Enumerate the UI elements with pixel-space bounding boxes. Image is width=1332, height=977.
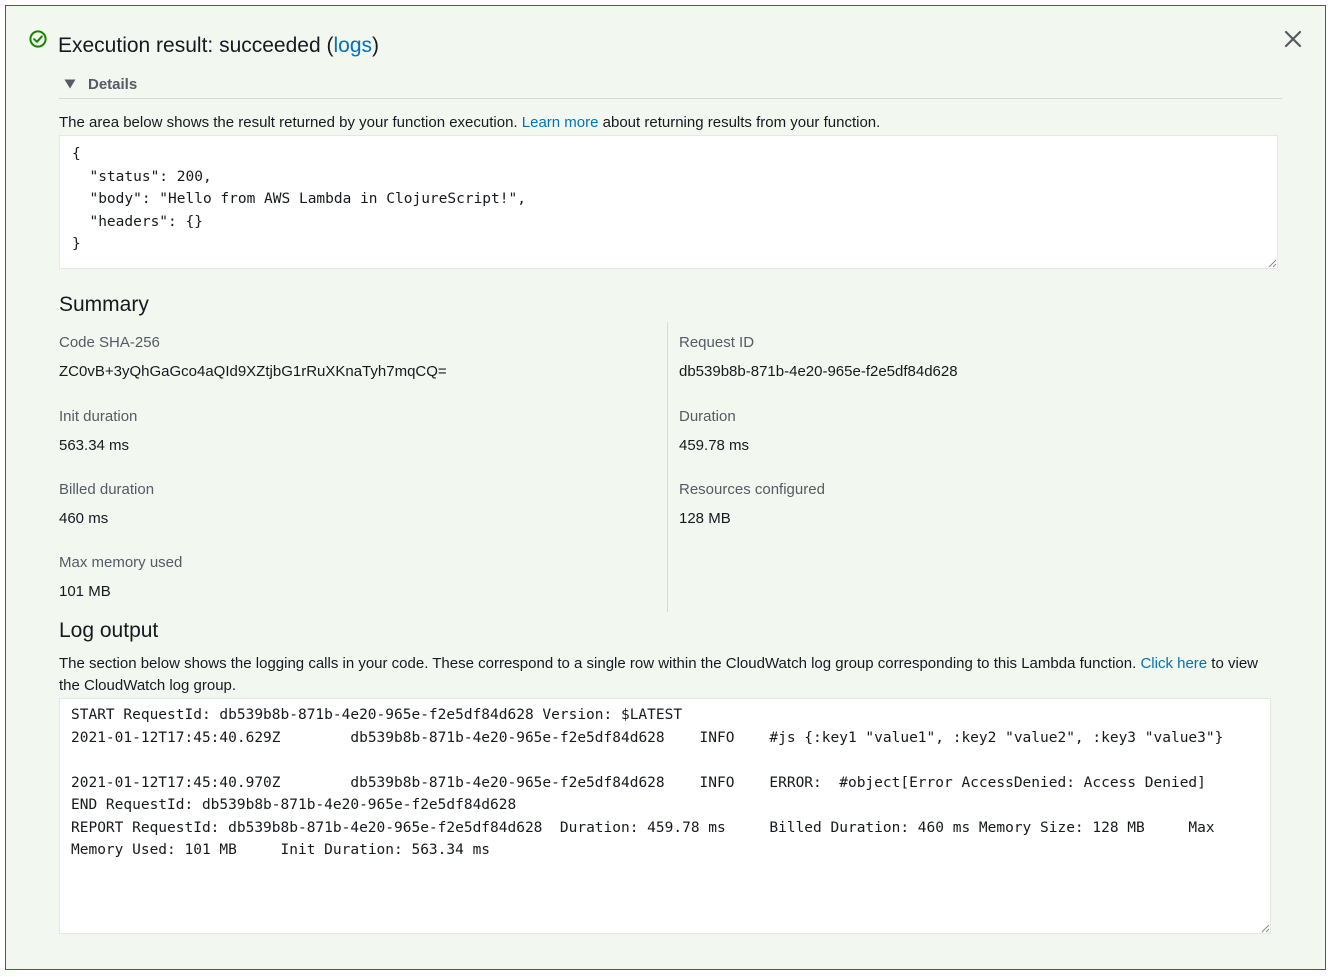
log-output-title: Log output — [59, 619, 159, 642]
summary-item: Resources configured 128 MB — [679, 480, 825, 529]
summary-item: Code SHA-256 ZC0vB+3yQhGaGco4aQId9XZtjbG… — [59, 333, 447, 382]
title-prefix: Execution result: succeeded ( — [58, 34, 334, 57]
details-label: Details — [88, 75, 138, 93]
log-desc-prefix: The section below shows the logging call… — [59, 655, 1141, 672]
init-duration-value: 563.34 ms — [59, 437, 130, 454]
logs-link[interactable]: logs — [333, 34, 372, 57]
max-memory-value: 101 MB — [59, 583, 111, 600]
summary-item: Duration 459.78 ms — [679, 407, 749, 456]
close-icon[interactable] — [1282, 28, 1304, 50]
result-desc-prefix: The area below shows the result returned… — [59, 114, 522, 131]
log-description: The section below shows the logging call… — [59, 653, 1269, 697]
result-output[interactable]: { "status": 200, "body": "Hello from AWS… — [59, 135, 1278, 269]
details-divider — [59, 98, 1282, 99]
result-desc-suffix: about returning results from your functi… — [598, 114, 881, 131]
check-circle-icon — [29, 30, 47, 48]
billed-duration-value: 460 ms — [59, 510, 109, 527]
summary-item: Request ID db539b8b-871b-4e20-965e-f2e5d… — [679, 333, 958, 382]
resources-configured-label: Resources configured — [679, 481, 825, 498]
caret-down-icon — [64, 79, 76, 89]
learn-more-link[interactable]: Learn more — [522, 114, 599, 131]
max-memory-label: Max memory used — [59, 554, 183, 571]
code-sha-label: Code SHA-256 — [59, 334, 160, 351]
details-toggle[interactable]: Details — [64, 74, 137, 94]
summary-item: Init duration 563.34 ms — [59, 407, 137, 456]
request-id-label: Request ID — [679, 334, 755, 351]
result-description: The area below shows the result returned… — [59, 112, 880, 134]
execution-result-title: Execution result: succeeded (logs) — [58, 33, 379, 59]
billed-duration-label: Billed duration — [59, 481, 155, 498]
summary-column-divider — [667, 322, 668, 612]
summary-item: Max memory used 101 MB — [59, 553, 182, 602]
resize-grip-icon[interactable] — [1261, 924, 1270, 933]
duration-value: 459.78 ms — [679, 437, 750, 454]
log-output[interactable]: START RequestId: db539b8b-871b-4e20-965e… — [59, 698, 1271, 934]
execution-result-panel: Execution result: succeeded (logs) Detai… — [5, 5, 1326, 970]
summary-item: Billed duration 460 ms — [59, 480, 154, 529]
init-duration-label: Init duration — [59, 408, 138, 425]
title-suffix: ) — [372, 34, 380, 57]
duration-label: Duration — [679, 408, 736, 425]
request-id-value: db539b8b-871b-4e20-965e-f2e5df84d628 — [679, 363, 958, 380]
click-here-link[interactable]: Click here — [1140, 655, 1207, 672]
summary-title: Summary — [59, 293, 149, 316]
resources-configured-value: 128 MB — [679, 510, 731, 527]
resize-grip-icon[interactable] — [1268, 259, 1277, 268]
code-sha-value: ZC0vB+3yQhGaGco4aQId9XZtjbG1rRuXKnaTyh7m… — [59, 363, 447, 380]
